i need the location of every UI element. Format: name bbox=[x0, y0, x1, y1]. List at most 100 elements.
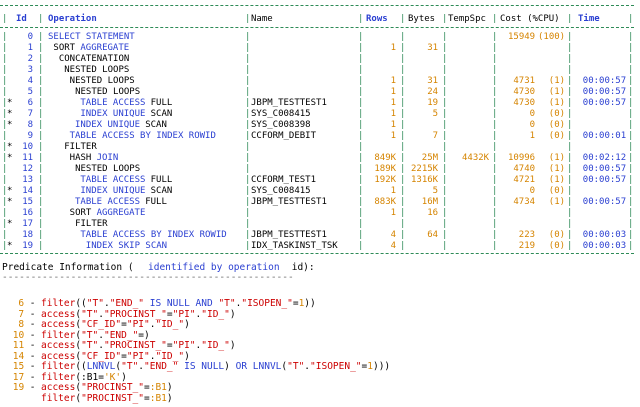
row-cost: 0 bbox=[529, 120, 536, 130]
col-separator: | bbox=[245, 120, 251, 130]
col-separator: | bbox=[2, 175, 8, 185]
col-separator: | bbox=[358, 120, 364, 130]
col-separator: | bbox=[567, 120, 573, 130]
col-separator: | bbox=[628, 197, 634, 207]
row-cost: 1 bbox=[529, 131, 536, 141]
row-rows: 189K bbox=[374, 164, 397, 174]
row-op-prefix: NESTED LOOPS bbox=[48, 76, 135, 86]
col-separator: | bbox=[567, 131, 573, 141]
col-separator: | bbox=[567, 142, 573, 152]
col-separator: | bbox=[400, 241, 406, 251]
col-separator: | bbox=[492, 76, 498, 86]
row-rows: 1 bbox=[390, 87, 397, 97]
col-separator: | bbox=[358, 186, 364, 196]
row-id: 5 bbox=[27, 87, 34, 97]
row-cpu: (0) bbox=[548, 131, 566, 141]
row-op-suffix: FULL bbox=[145, 175, 173, 185]
plan-header: | Id | Operation | Name | Rows | Bytes |… bbox=[0, 14, 640, 24]
col-separator: | bbox=[567, 175, 573, 185]
col-separator: | bbox=[245, 230, 251, 240]
col-separator: | bbox=[245, 131, 251, 141]
col-separator: | bbox=[38, 219, 44, 229]
col-separator: | bbox=[442, 76, 448, 86]
row-time: 00:00:01 bbox=[582, 131, 627, 141]
col-separator: | bbox=[442, 54, 448, 64]
col-separator: | bbox=[492, 186, 498, 196]
col-separator: | bbox=[245, 175, 251, 185]
col-separator: | bbox=[38, 65, 44, 75]
col-separator: | bbox=[38, 109, 44, 119]
plan-row: | | | | | | | | | 12 NESTED LOOPS 189K 2215K 4740 (1)… bbox=[0, 164, 640, 174]
row-op-prefix bbox=[48, 241, 86, 251]
col-separator: | bbox=[245, 43, 251, 53]
row-id: 8 bbox=[27, 120, 34, 130]
row-id: 10 bbox=[22, 142, 34, 152]
row-time: 00:00:03 bbox=[582, 230, 627, 240]
plan-row: | | | | | | | | | * 15 TABLE ACCESS FULL JBPM_TESTT… bbox=[0, 197, 640, 207]
row-id: 11 bbox=[22, 153, 34, 163]
row-time: 00:00:57 bbox=[582, 164, 627, 174]
row-rows: 4 bbox=[390, 230, 397, 240]
col-separator: | bbox=[492, 65, 498, 75]
row-time: 00:00:57 bbox=[582, 76, 627, 86]
row-bytes: 16 bbox=[427, 208, 439, 218]
row-cost: 4721 bbox=[513, 175, 536, 185]
col-separator: | bbox=[628, 164, 634, 174]
col-separator: | bbox=[358, 164, 364, 174]
plan-row: | | | | | | | | | 13 TABLE ACCESS FULL CCFORM_TEST… bbox=[0, 175, 640, 185]
row-op-prefix: HASH bbox=[48, 153, 97, 163]
col-separator: | bbox=[442, 186, 448, 196]
plan-row: | | | | | | | | | * 14 INDEX UNIQUE SCAN SYS_C00841… bbox=[0, 186, 640, 196]
row-star: * bbox=[7, 219, 13, 229]
plan-row: | | | | | | | | | * 11 HASH JOIN 849K 25M 4432K 10996(… bbox=[0, 153, 640, 163]
col-separator: | bbox=[628, 131, 634, 141]
header-name: Name bbox=[251, 14, 273, 24]
row-op-suffix: FULL bbox=[145, 98, 173, 108]
row-name: SYS_C008398 bbox=[251, 120, 311, 130]
col-separator: | bbox=[442, 120, 448, 130]
col-separator: | bbox=[442, 65, 448, 75]
row-id: 17 bbox=[22, 219, 34, 229]
col-separator: | bbox=[358, 65, 364, 75]
col-separator: | bbox=[400, 43, 406, 53]
col-separator: | bbox=[38, 43, 44, 53]
col-separator: | bbox=[358, 76, 364, 86]
row-star: * bbox=[7, 197, 13, 207]
row-op-prefix: FILTER bbox=[48, 219, 108, 229]
col-separator: | bbox=[38, 153, 44, 163]
col-separator: | bbox=[628, 109, 634, 119]
row-star: * bbox=[7, 109, 13, 119]
col-separator: | bbox=[400, 197, 406, 207]
col-separator: | bbox=[628, 76, 634, 86]
col-separator: | bbox=[245, 54, 251, 64]
col-separator: | bbox=[358, 142, 364, 152]
row-rows: 1 bbox=[390, 109, 397, 119]
col-separator: | bbox=[567, 241, 573, 251]
col-separator: | bbox=[358, 208, 364, 218]
row-op-prefix: SORT bbox=[48, 43, 81, 53]
row-id: 15 bbox=[22, 197, 34, 207]
col-separator: | bbox=[628, 32, 634, 42]
row-bytes: 31 bbox=[427, 43, 439, 53]
col-separator: | bbox=[628, 54, 634, 64]
col-separator: | bbox=[567, 54, 573, 64]
row-op-prefix: FILTER bbox=[48, 142, 97, 152]
col-separator: | bbox=[442, 197, 448, 207]
col-separator: | bbox=[628, 230, 634, 240]
header-tempspc: TempSpc bbox=[448, 14, 486, 24]
col-separator: | bbox=[400, 230, 406, 240]
col-separator: | bbox=[400, 164, 406, 174]
col-separator: | bbox=[245, 14, 251, 24]
col-separator: | bbox=[628, 43, 634, 53]
col-separator: | bbox=[38, 197, 44, 207]
predicate-text: filter("PROCINST_"=:B1) bbox=[41, 392, 173, 404]
col-separator: | bbox=[442, 43, 448, 53]
col-separator: | bbox=[400, 65, 406, 75]
row-cost: 15949 bbox=[508, 32, 536, 42]
row-name: CCFORM_TEST1 bbox=[251, 175, 317, 185]
predicate-underline: ----------------------------------------… bbox=[2, 272, 294, 283]
col-separator: | bbox=[38, 208, 44, 218]
row-op-keyword: TABLE ACCESS bbox=[80, 175, 146, 185]
row-name: SYS_C008415 bbox=[251, 186, 311, 196]
col-separator: | bbox=[245, 76, 251, 86]
